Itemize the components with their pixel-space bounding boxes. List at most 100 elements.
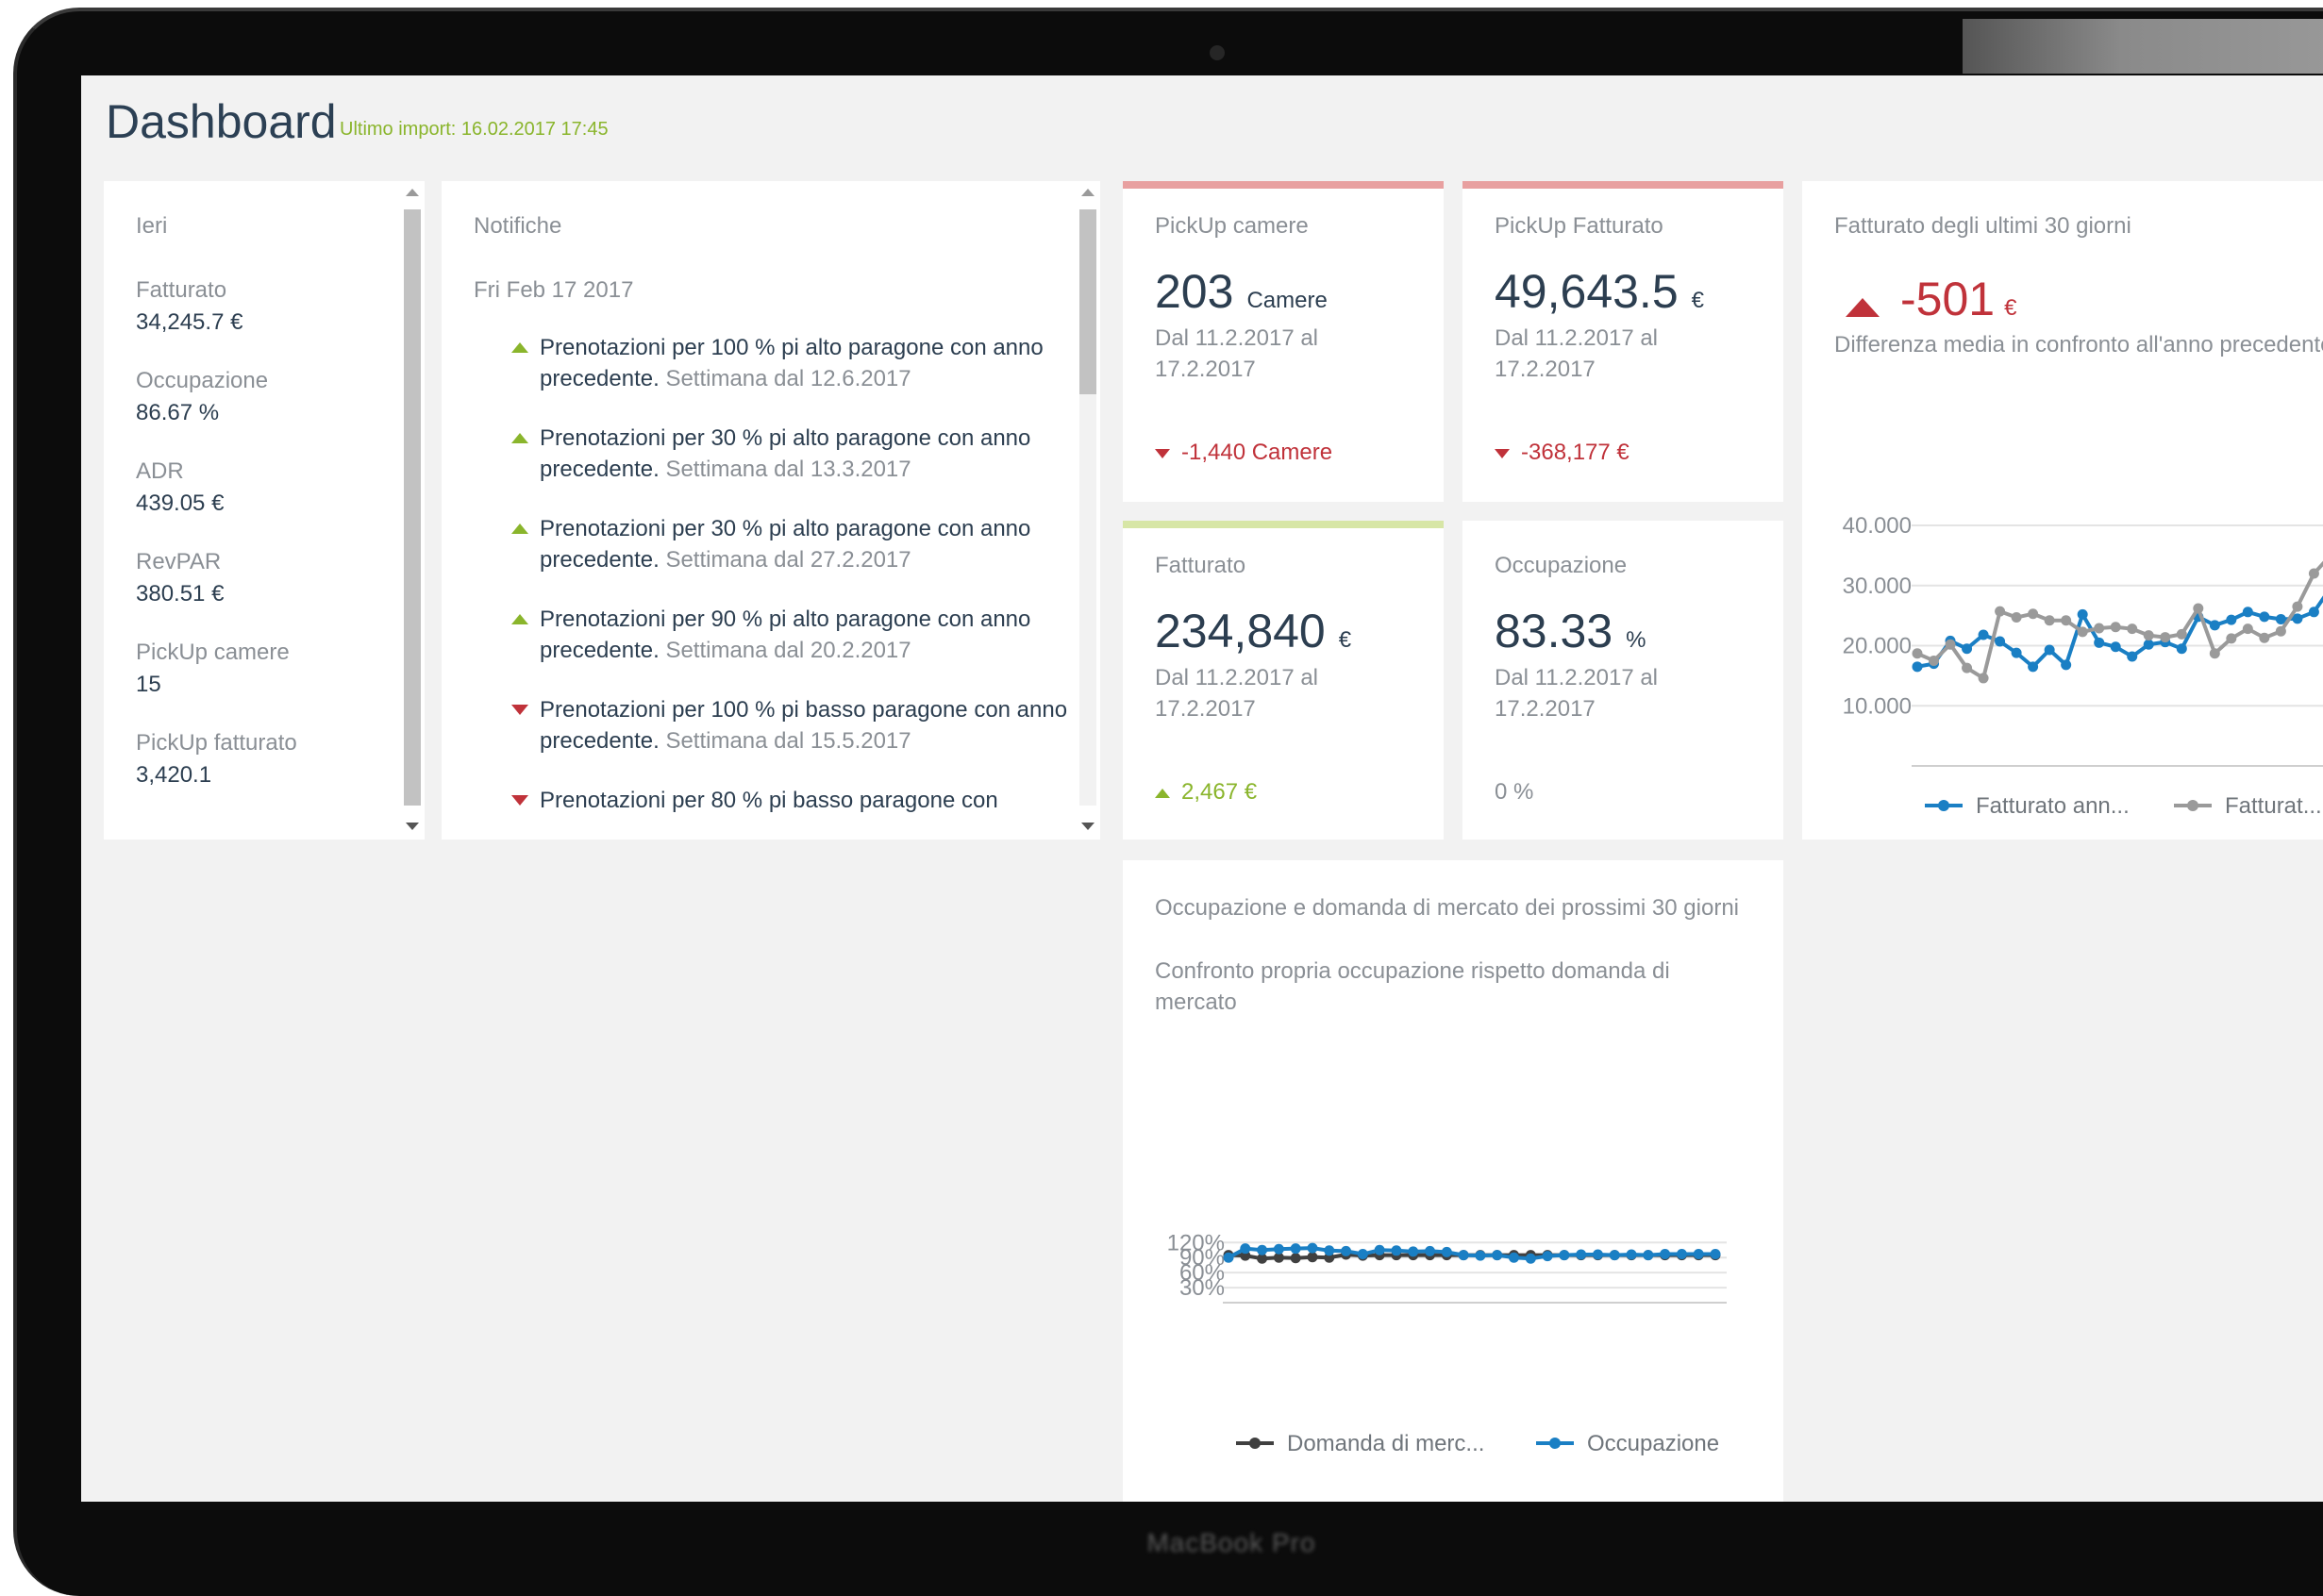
scroll-down-icon[interactable] <box>1081 823 1095 830</box>
occupancy-value-row: 83.33% <box>1495 604 1783 658</box>
data-point <box>2292 601 2303 612</box>
scroll-down-icon[interactable] <box>406 823 419 830</box>
kpi-value: 34,245.7 € <box>136 309 243 335</box>
revenue-30-days-chart[interactable]: 40.000 30.000 20.000 10.000 Fatturato ann...… <box>1802 181 2323 840</box>
kpi-value: 439.05 € <box>136 490 225 516</box>
data-point <box>1273 1243 1284 1255</box>
notification-week: Settimana dal 13.3.2017 <box>665 457 911 482</box>
arrow-up-icon <box>511 614 528 624</box>
y-tick-label: 20.000 <box>1843 634 1912 659</box>
yesterday-scrollbar[interactable] <box>400 181 425 840</box>
data-point <box>1475 1250 1486 1261</box>
revenue-card[interactable]: Fatturato 234,840 € Dal 11.2.2017 al 17.2… <box>1123 521 1444 840</box>
legend-label: Fatturato ann... <box>1976 793 2130 819</box>
notifications-date: Fri Feb 17 2017 <box>474 277 634 303</box>
data-point <box>2061 659 2072 671</box>
scroll-up-icon[interactable] <box>1081 189 1095 196</box>
legend-marker <box>2187 800 2198 811</box>
data-point <box>1458 1250 1469 1261</box>
data-point <box>2011 612 2022 623</box>
kpi-label: PickUp camere <box>136 640 290 665</box>
data-point <box>2028 608 2039 620</box>
legend-label: Fatturat... <box>2225 793 2322 819</box>
data-point <box>2143 630 2154 641</box>
pickup-rooms-range: Dal 11.2.2017 al 17.2.2017 <box>1155 325 1319 382</box>
occupancy-title: Occupazione <box>1495 553 1628 578</box>
data-point <box>2160 632 2171 643</box>
y-tick-label: 30% <box>1179 1275 1225 1301</box>
kpi-value: 15 <box>136 672 161 697</box>
pickup-revenue-value: 49,643.5 <box>1495 265 1679 318</box>
notification-item[interactable]: Prenotazioni per 30 % pi alto paragone c… <box>474 513 1068 575</box>
arrow-up-icon <box>1155 788 1170 798</box>
revenue-unit: € <box>1338 627 1352 653</box>
pickup-rooms-card[interactable]: PickUp camere 203 Camere Dal 11.2.2017 al… <box>1123 181 1444 502</box>
data-point <box>2308 568 2319 579</box>
data-point <box>2209 620 2220 631</box>
occupancy-range: Dal 11.2.2017 al 17.2.2017 <box>1495 665 1659 722</box>
y-tick-label: 30.000 <box>1843 574 1912 599</box>
data-point <box>1290 1243 1301 1255</box>
notification-item[interactable]: Prenotazioni per 30 % pi alto paragone c… <box>474 423 1068 485</box>
data-point <box>1542 1251 1553 1262</box>
kpi-label: PickUp fatturato <box>136 730 297 756</box>
data-point <box>2176 628 2187 640</box>
legend-marker <box>1938 800 1949 811</box>
last-import-info: Ultimo import: 16.02.2017 17:45 <box>340 119 609 140</box>
data-point <box>2226 614 2237 625</box>
scroll-up-icon[interactable] <box>406 189 419 196</box>
data-point <box>2308 607 2319 618</box>
data-point <box>1962 643 1973 655</box>
occupancy-unit: % <box>1626 627 1646 653</box>
scroll-track[interactable] <box>1079 209 1096 806</box>
legend-marker <box>1549 1438 1561 1449</box>
notification-week: Settimana dal 20.2.2017 <box>665 638 911 663</box>
notification-item[interactable]: Prenotazioni per 80 % pi basso paragone … <box>474 785 1068 816</box>
data-point <box>1609 1250 1620 1261</box>
data-point <box>2176 643 2187 655</box>
notification-item[interactable]: Prenotazioni per 100 % pi basso paragone… <box>474 694 1068 756</box>
arrow-down-icon <box>511 705 528 715</box>
data-point <box>1324 1245 1335 1256</box>
scroll-thumb[interactable] <box>404 209 421 806</box>
data-point <box>2061 615 2072 626</box>
notification-item[interactable]: Prenotazioni per 100 % pi alto paragone … <box>474 332 1068 394</box>
data-point <box>1978 673 1989 684</box>
legend-marker <box>1249 1438 1261 1449</box>
data-point <box>1945 639 1956 650</box>
data-point <box>2226 633 2237 644</box>
dashboard-screen: Dashboard Ultimo import: 16.02.2017 17:4… <box>81 75 2323 1502</box>
arrow-down-icon <box>1155 448 1170 458</box>
data-point <box>1223 1252 1234 1263</box>
kpi-value: 86.67 % <box>136 400 220 425</box>
arrow-up-icon <box>511 433 528 443</box>
data-point <box>1592 1249 1603 1260</box>
notifications-scrollbar[interactable] <box>1076 181 1100 840</box>
scroll-track[interactable] <box>404 209 421 806</box>
data-point <box>1374 1244 1385 1255</box>
data-point <box>1995 636 2006 647</box>
status-bar <box>1462 181 1783 189</box>
notification-item[interactable]: Prenotazioni per 90 % pi alto paragone c… <box>474 604 1068 666</box>
yesterday-kpi: RevPAR 380.51 € <box>136 549 425 607</box>
pickup-rooms-delta-text: -1,440 Camere <box>1181 440 1333 465</box>
revenue-delta: 2,467 € <box>1155 779 1257 806</box>
notifications-title: Notifiche <box>474 213 562 239</box>
pickup-rooms-title: PickUp camere <box>1155 213 1309 239</box>
status-bar <box>1123 181 1444 189</box>
occupancy-card[interactable]: Occupazione 83.33% Dal 11.2.2017 al 17.2… <box>1462 521 1783 840</box>
revenue-delta-text: 2,467 € <box>1181 779 1258 805</box>
data-point <box>1912 648 1923 659</box>
yesterday-card: Ieri Fatturato 34,245.7 € Occupazione 86.67… <box>104 181 425 840</box>
data-point <box>2011 647 2022 658</box>
page-title: Dashboard <box>106 95 337 148</box>
market-demand-chart[interactable]: 120%90%60%30%Domanda di merc... Occupazio… <box>1123 860 1783 1502</box>
data-point <box>1391 1245 1402 1256</box>
pickup-revenue-unit: € <box>1691 288 1704 313</box>
data-point <box>2242 607 2253 618</box>
data-point <box>1626 1249 1637 1260</box>
data-point <box>1660 1249 1671 1260</box>
pickup-revenue-card[interactable]: PickUp Fatturato 49,643.5 € Dal 11.2.2017… <box>1462 181 1783 502</box>
scroll-thumb[interactable] <box>1079 209 1096 394</box>
data-point <box>2259 611 2270 623</box>
